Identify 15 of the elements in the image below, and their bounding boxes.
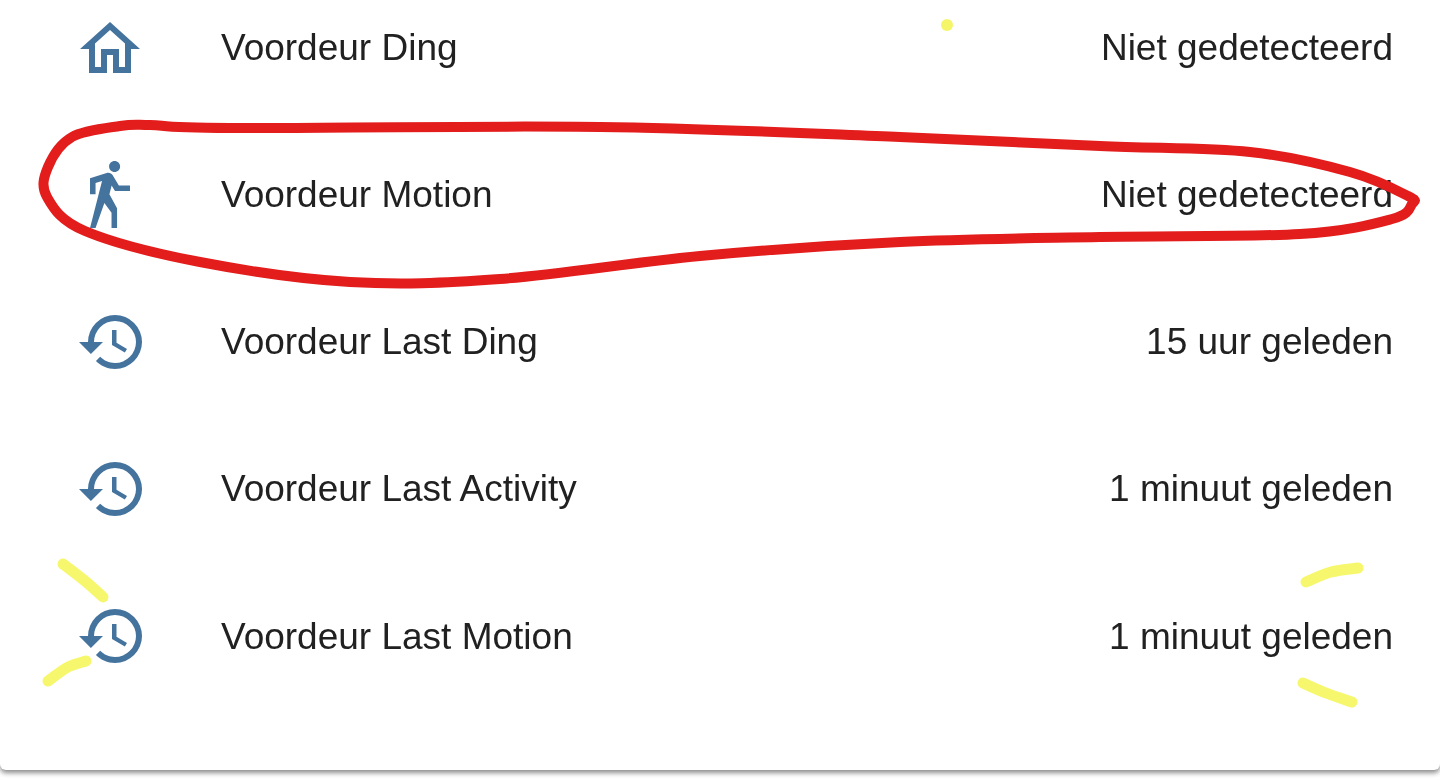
house-icon [80,22,140,74]
entity-state: 1 minuut geleden [1109,467,1393,512]
entity-state: 15 uur geleden [1146,320,1393,365]
entity-name: Voordeur Ding [221,25,458,70]
history-icon [78,462,142,517]
history-icon [78,609,142,664]
history-icon [78,314,142,369]
entity-name: Voordeur Last Activity [221,467,577,512]
entity-state: Niet gedetecteerd [1100,25,1393,70]
walking-person-icon [90,161,130,229]
entity-state: 1 minuut geleden [1109,614,1393,659]
entity-name: Voordeur Last Ding [221,320,538,365]
entity-state: Niet gedetecteerd [1100,173,1393,218]
entity-name: Voordeur Motion [221,173,493,218]
entity-name: Voordeur Last Motion [221,614,573,659]
